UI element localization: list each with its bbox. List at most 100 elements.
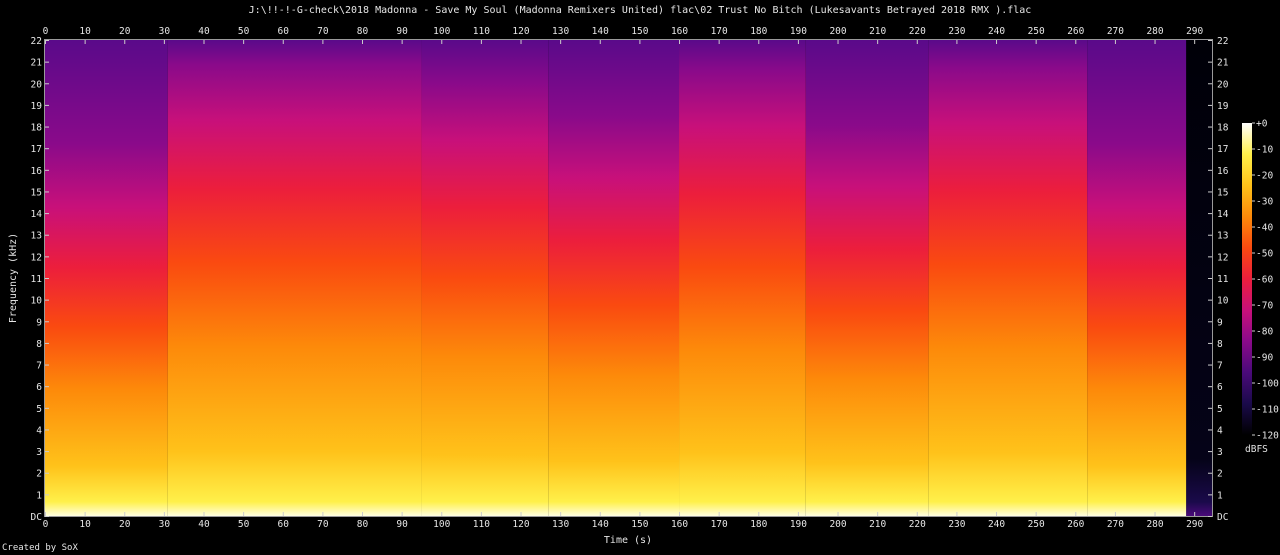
x-tick-label-top: 30	[159, 26, 171, 37]
colorbar-tick-label: -70	[1256, 301, 1273, 312]
x-tick-label-top: 210	[869, 26, 886, 37]
y-tick-label-right: 8	[1217, 339, 1223, 350]
y-tick-label-left: 10	[31, 296, 43, 307]
x-tick-label-bottom: 110	[473, 519, 490, 530]
x-tick-label-bottom: 20	[119, 519, 131, 530]
y-tick-label-left: 15	[31, 187, 42, 198]
y-tick-label-right: 5	[1217, 404, 1223, 415]
x-tick-label-top: 10	[79, 26, 91, 37]
x-tick-label-top: 120	[512, 26, 529, 37]
y-tick-label-left: 20	[31, 79, 43, 90]
y-tick-label-right: 9	[1217, 317, 1223, 328]
y-tick-label-right: 14	[1217, 209, 1229, 220]
y-tick-label-right: 16	[1217, 166, 1229, 177]
x-tick-label-bottom: 50	[238, 519, 250, 530]
x-tick-label-top: 130	[552, 26, 569, 37]
x-tick-label-top: 0	[43, 26, 49, 37]
x-tick-label-bottom: 90	[396, 519, 408, 530]
y-tick-label-right: 6	[1217, 382, 1223, 393]
x-tick-label-bottom: 100	[433, 519, 450, 530]
x-tick-label-top: 110	[473, 26, 490, 37]
y-tick-label-left: 21	[31, 58, 43, 69]
y-tick-label-left: 19	[31, 101, 43, 112]
x-tick-label-bottom: 230	[948, 519, 965, 530]
x-tick-label-bottom: 190	[790, 519, 807, 530]
spectrogram-segment	[928, 40, 1088, 516]
colorbar-tick-label: -110	[1256, 405, 1279, 416]
y-tick-label-right: 3	[1217, 447, 1223, 458]
x-tick-label-top: 190	[790, 26, 807, 37]
x-tick-label-bottom: 180	[750, 519, 767, 530]
y-tick-label-left: 16	[31, 166, 43, 177]
y-tick-label-right: 7	[1217, 361, 1223, 372]
x-tick-label-bottom: 160	[671, 519, 688, 530]
y-tick-label-left: 4	[36, 425, 42, 436]
y-tick-label-left: 6	[36, 382, 42, 393]
colorbar-gradient	[1242, 123, 1252, 435]
y-tick-label-right: DC	[1217, 512, 1228, 523]
x-tick-label-top: 100	[433, 26, 450, 37]
colorbar-tick-label: -50	[1256, 249, 1273, 260]
x-tick-label-bottom: 120	[512, 519, 529, 530]
x-tick-label-bottom: 280	[1146, 519, 1163, 530]
x-tick-label-bottom: 40	[198, 519, 210, 530]
x-tick-label-top: 290	[1186, 26, 1203, 37]
x-tick-label-top: 40	[198, 26, 210, 37]
x-tick-label-bottom: 200	[829, 519, 846, 530]
y-tick-label-left: 7	[36, 361, 42, 372]
y-tick-label-left: 12	[31, 252, 42, 263]
x-tick-label-top: 140	[592, 26, 609, 37]
x-tick-label-top: 80	[357, 26, 369, 37]
y-tick-label-left: 1	[36, 490, 42, 501]
x-tick-label-top: 200	[829, 26, 846, 37]
x-tick-label-bottom: 270	[1107, 519, 1124, 530]
y-tick-label-right: 17	[1217, 144, 1228, 155]
colorbar-tick-label: -120	[1256, 431, 1279, 442]
x-tick-label-top: 180	[750, 26, 767, 37]
spectrogram-segment	[805, 40, 929, 516]
y-tick-label-left: 2	[36, 469, 42, 480]
y-tick-label-left: 18	[31, 123, 43, 134]
y-tick-label-right: 1	[1217, 490, 1223, 501]
colorbar-tick-label: -90	[1256, 353, 1273, 364]
y-tick-label-left: 14	[31, 209, 43, 220]
y-tick-label-right: 21	[1217, 58, 1229, 69]
y-tick-label-right: 18	[1217, 123, 1229, 134]
x-tick-label-bottom: 60	[278, 519, 290, 530]
y-tick-label-right: 2	[1217, 469, 1223, 480]
x-tick-label-bottom: 140	[592, 519, 609, 530]
x-tick-label-top: 170	[711, 26, 728, 37]
colorbar: +0 -10 -20 -30 -40 -50 -60 -70 -80 -90 -100 -110 -12…	[1242, 119, 1279, 442]
y-tick-label-left: 9	[36, 317, 42, 328]
y-tick-label-right: 11	[1217, 274, 1229, 285]
y-tick-label-left: 13	[31, 231, 42, 242]
y-tick-label-left: 8	[36, 339, 42, 350]
y-tick-label-right: 20	[1217, 79, 1229, 90]
colorbar-tick-label: -100	[1256, 379, 1279, 390]
x-tick-label-top: 240	[988, 26, 1005, 37]
y-tick-label-right: 10	[1217, 296, 1229, 307]
x-tick-label-top: 220	[909, 26, 926, 37]
x-axis-label: Time (s)	[604, 535, 652, 546]
x-tick-label-bottom: 240	[988, 519, 1005, 530]
colorbar-tick-label: -10	[1256, 145, 1273, 156]
x-tick-label-top: 20	[119, 26, 131, 37]
x-tick-label-bottom: 170	[711, 519, 728, 530]
x-tick-label-bottom: 150	[631, 519, 648, 530]
colorbar-tick-label: -40	[1256, 223, 1273, 234]
x-tick-label-bottom: 80	[357, 519, 369, 530]
colorbar-tick-label: -20	[1256, 171, 1273, 182]
x-tick-label-bottom: 70	[317, 519, 329, 530]
x-tick-label-top: 260	[1067, 26, 1084, 37]
colorbar-tick-label: -80	[1256, 327, 1273, 338]
colorbar-tick-label: -30	[1256, 197, 1273, 208]
spectrogram-segment	[1087, 40, 1187, 516]
y-tick-label-right: 15	[1217, 187, 1228, 198]
x-tick-label-top: 230	[948, 26, 965, 37]
colorbar-label: dBFS	[1245, 444, 1268, 455]
spectrogram-segment	[421, 40, 549, 516]
x-tick-label-top: 150	[631, 26, 648, 37]
x-tick-label-top: 160	[671, 26, 688, 37]
spectrogram-chart: 0 0 10 10 20 20 30 30 40 40 50 50 60 60 70 70 80 80 90 90 10…	[8, 26, 1279, 546]
spectrogram-segment	[548, 40, 680, 516]
